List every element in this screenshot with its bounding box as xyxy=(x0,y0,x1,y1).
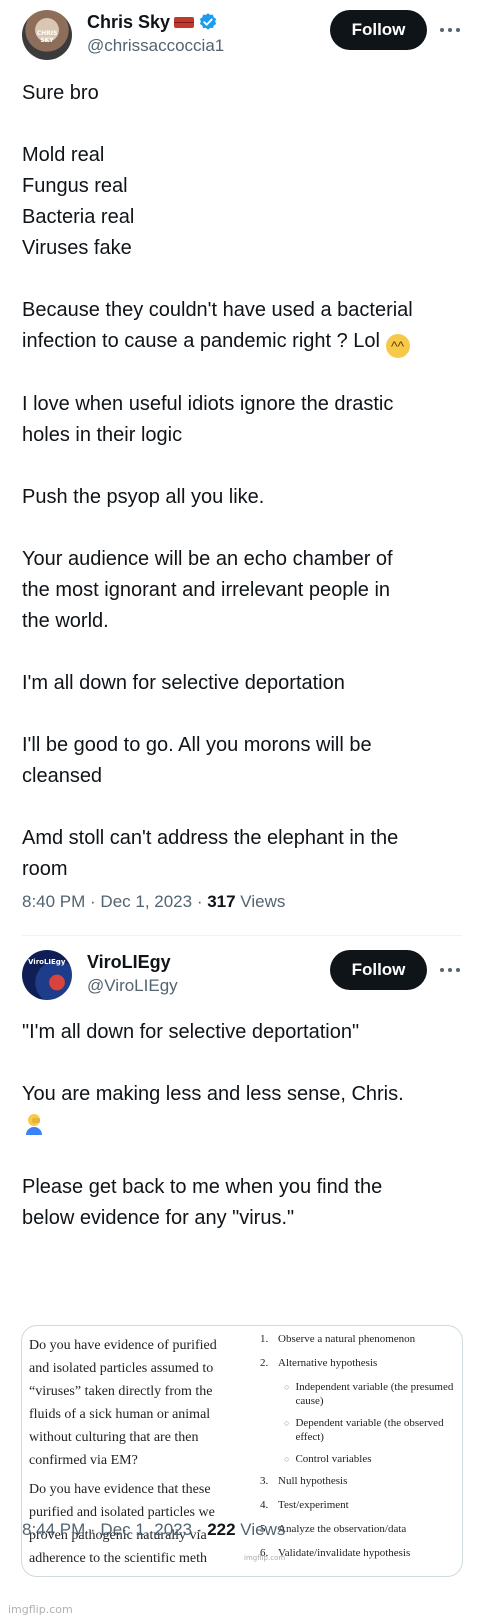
dot xyxy=(440,28,444,32)
image-watermark: imgflip.com xyxy=(244,1554,286,1562)
dot xyxy=(448,968,452,972)
display-name[interactable]: ViroLIEgy xyxy=(87,950,171,974)
follow-button[interactable]: Follow xyxy=(330,950,427,990)
avatar[interactable]: CHRIS SKY xyxy=(22,10,72,60)
text-line: cleansed xyxy=(22,765,103,787)
views-label: Views xyxy=(235,1520,286,1539)
brick-emoji-icon xyxy=(174,16,195,28)
text-line-2: You are making less and less sense, Chri… xyxy=(22,1083,404,1105)
facepalm-line xyxy=(22,1110,478,1141)
more-icon[interactable] xyxy=(440,20,460,40)
text-line: I'm all down for selective deportation xyxy=(22,672,345,694)
text-line: Fungus real xyxy=(22,175,128,197)
text-line: room xyxy=(22,858,68,880)
laughing-emoji-icon xyxy=(385,334,410,358)
display-name[interactable]: Chris Sky xyxy=(87,10,170,34)
dot xyxy=(448,28,452,32)
views-count: 317 xyxy=(207,892,236,911)
text-line: Bacteria real xyxy=(22,206,135,228)
text-line: You are making less and less sense, Chri… xyxy=(22,1079,478,1110)
dot xyxy=(456,968,460,972)
more-icon[interactable] xyxy=(440,960,460,980)
views-count: 222 xyxy=(207,1520,236,1539)
image-text-line: fluids of a sick human or animal xyxy=(29,1407,211,1422)
list-item: 1. Observe a natural phenomenon xyxy=(260,1333,416,1345)
tweet-text: Sure bro Mold real Fungus real Bacteria rea… xyxy=(0,78,435,885)
text-line: Mold real xyxy=(22,144,105,166)
list-sub-item: ○ Control variables xyxy=(284,1453,372,1465)
avatar[interactable]: ViroLIEgy xyxy=(22,950,72,1000)
divider xyxy=(22,935,462,936)
tweet-virolieegy: ViroLIEgy ViroLIEgy @ViroLIEgy Follow "I… xyxy=(0,940,500,1577)
list-item: 2. Alternative hypothesis xyxy=(260,1357,378,1369)
text-line: Viruses fake xyxy=(22,237,132,259)
image-text-line: and isolated particles assumed to xyxy=(29,1361,214,1376)
list-sub-item: ○ Independent variable (the presumed caus… xyxy=(284,1381,454,1407)
avatar-text: ViroLIEgy xyxy=(28,958,66,966)
display-name-row[interactable]: Chris Sky xyxy=(87,10,224,34)
text-line: below evidence for any "virus." xyxy=(22,1207,295,1229)
list-item: 6. Validate/invalidate hypothesis xyxy=(260,1547,411,1559)
text-line: I love when useful idiots ignore the dra… xyxy=(22,393,394,415)
facepalm-emoji-icon xyxy=(26,1114,42,1135)
tweet-header: ViroLIEgy ViroLIEgy @ViroLIEgy Follow xyxy=(0,940,500,1020)
list-item: 3. Null hypothesis xyxy=(260,1475,348,1487)
list-sub-item: ○ Dependent variable (the observed effect… xyxy=(284,1417,444,1443)
text-line: Because they couldn't have used a bacter… xyxy=(22,299,413,321)
handle[interactable]: @ViroLIEgy xyxy=(87,974,178,998)
follow-button[interactable]: Follow xyxy=(330,10,427,50)
image-text-line: Do you have evidence of purified xyxy=(29,1338,217,1353)
tweet-text: "I'm all down for selective deportation"… xyxy=(0,1017,500,1577)
quote-line: "I'm all down for selective deportation" xyxy=(22,1021,360,1043)
image-text-line: adherence to the scientific meth xyxy=(29,1551,208,1566)
imgflip-watermark: imgflip.com xyxy=(8,1603,73,1616)
text-line: holes in their logic xyxy=(22,424,183,446)
text-line: Your audience will be an echo chamber of xyxy=(22,548,393,570)
image-text-line: “viruses” taken directly from the xyxy=(29,1384,213,1399)
text-line: Please get back to me when you find the xyxy=(22,1176,383,1198)
author-block: Chris Sky @chrissaccoccia1 xyxy=(87,10,224,58)
tweet-chris-sky: CHRIS SKY Chris Sky @chrissaccoccia1 Fol… xyxy=(0,0,500,911)
timestamp[interactable]: 8:44 PM · Dec 1, 2023 · xyxy=(22,1520,207,1539)
text-line: the world. xyxy=(22,610,109,632)
tweet-meta: 8:44 PM · Dec 1, 2023 · 222 Views xyxy=(0,1518,307,1542)
image-text-line: without culturing that are then xyxy=(29,1430,199,1445)
text-line: Amd stoll can't address the elephant in … xyxy=(22,827,399,849)
text-line: I'll be good to go. All you morons will … xyxy=(22,734,372,756)
question-1: Do you have evidence of purified and isol… xyxy=(22,1326,244,1472)
image-text-line: Do you have evidence that these xyxy=(29,1482,211,1497)
text-line: infection to cause a pandemic right ? Lo… xyxy=(22,326,413,358)
display-name-row[interactable]: ViroLIEgy xyxy=(87,950,178,974)
views-label: Views xyxy=(235,892,286,911)
author-block: ViroLIEgy @ViroLIEgy xyxy=(87,950,178,998)
timestamp[interactable]: 8:40 PM · Dec 1, 2023 · xyxy=(22,892,207,911)
dot xyxy=(456,28,460,32)
image-text-line: confirmed via EM? xyxy=(29,1453,138,1468)
dot xyxy=(440,968,444,972)
handle[interactable]: @chrissaccoccia1 xyxy=(87,34,224,58)
text-line: Sure bro xyxy=(22,82,99,104)
list-item: 4. Test/experiment xyxy=(260,1499,349,1511)
verified-badge-icon xyxy=(199,13,217,30)
text-line: Push the psyop all you like. xyxy=(22,486,265,508)
tweet-meta: 8:40 PM · Dec 1, 2023 · 317 Views xyxy=(0,890,307,914)
tweet-header: CHRIS SKY Chris Sky @chrissaccoccia1 Fol… xyxy=(0,0,500,80)
tweet-paragraphs: Sure bro Mold real Fungus real Bacteria rea… xyxy=(22,78,413,885)
avatar-text: CHRIS SKY xyxy=(36,30,58,44)
text-line: the most ignorant and irrelevant people … xyxy=(22,579,391,601)
